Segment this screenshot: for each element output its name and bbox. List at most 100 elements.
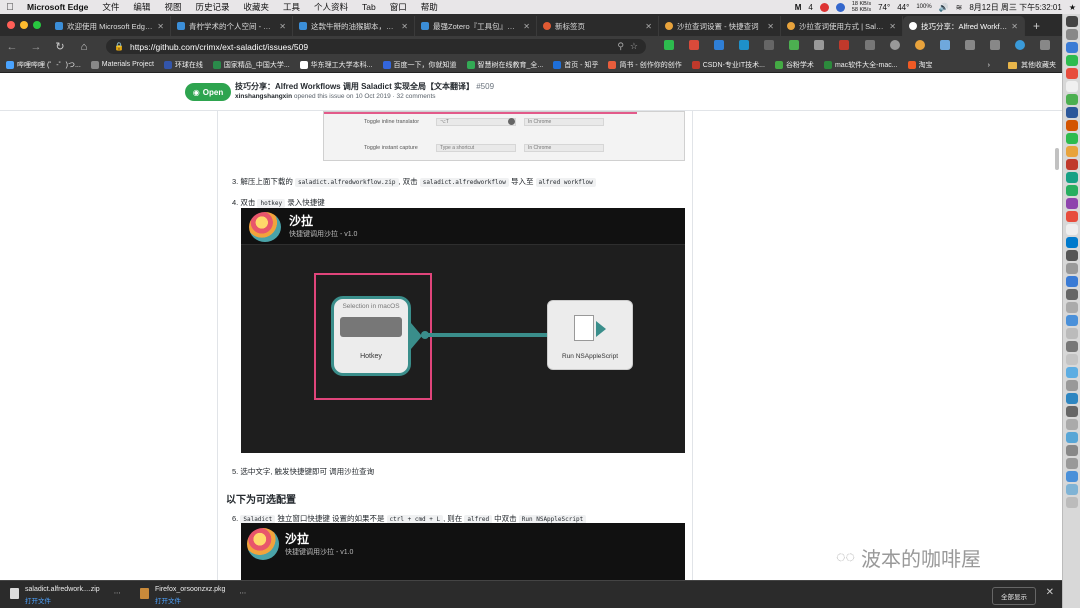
lock-icon[interactable]: 🔒 <box>114 42 124 51</box>
close-tab-icon[interactable]: ✕ <box>889 22 896 31</box>
clock[interactable]: 8月12日 周三 下午5:32:01 <box>969 2 1061 13</box>
download-item[interactable]: Firefox_orsoonzxz.pkg 打开文件 ⋯ <box>140 586 246 605</box>
refresh-button[interactable]: ↻ <box>48 40 72 53</box>
extension-red-icon[interactable] <box>689 40 700 50</box>
url-text[interactable]: https://github.com/crimx/ext-saladict/is… <box>130 42 308 52</box>
menu-app-name[interactable]: Microsoft Edge <box>20 2 95 12</box>
wifi-icon[interactable]: ≋ <box>956 3 963 12</box>
menu-item-window[interactable]: 窗口 <box>383 1 414 13</box>
dock-app-icon[interactable] <box>1065 29 1078 40</box>
dock-app-icon[interactable] <box>1065 250 1078 261</box>
dock-app-icon[interactable] <box>1065 445 1078 456</box>
dock-app-icon[interactable] <box>1065 302 1078 313</box>
download-more-icon[interactable]: ⋯ <box>114 589 121 597</box>
dock-app-icon[interactable] <box>1065 107 1078 118</box>
extension-green-icon[interactable] <box>789 40 800 50</box>
menu-item-favorites[interactable]: 收藏夹 <box>236 1 276 13</box>
bookmark-icourse[interactable]: 国家精品_中国大学... <box>212 60 290 70</box>
cpu-temp[interactable]: 74° <box>878 3 890 12</box>
bookmark-zhihuishu[interactable]: 智慧树在线教育_全... <box>466 60 543 70</box>
dock-app-icon[interactable] <box>1065 341 1078 352</box>
dock-app-icon[interactable] <box>1065 328 1078 339</box>
profile-avatar-icon[interactable] <box>1014 40 1025 50</box>
tray-blue-icon[interactable] <box>835 2 845 12</box>
other-favorites[interactable]: › 其他收藏夹 <box>988 60 1056 70</box>
dock-app-icon[interactable] <box>1065 458 1078 469</box>
tab-zotero[interactable]: 最强Zotero『工具包』已更 ✕ <box>415 16 537 36</box>
dock-app-icon[interactable] <box>1065 120 1078 131</box>
bookmark-gufen[interactable]: 谷粉学术 <box>774 60 814 70</box>
dock-app-icon[interactable] <box>1065 484 1078 495</box>
dock-app-icon[interactable] <box>1065 146 1078 157</box>
extension-vpn-icon[interactable] <box>939 40 950 50</box>
new-tab-button[interactable]: + <box>1025 19 1048 36</box>
star-icon[interactable]: ★ <box>1069 3 1076 12</box>
bookmark-mac-software[interactable]: mac软件大全-mac... <box>823 60 898 70</box>
page-scrollbar[interactable] <box>1055 148 1059 170</box>
dock-app-icon[interactable] <box>1065 42 1078 53</box>
tab-saladict-usage[interactable]: 沙拉查词使用方式 | Saladic ✕ <box>781 16 903 36</box>
dock-app-icon[interactable] <box>1065 432 1078 443</box>
dock-app-icon[interactable] <box>1065 68 1078 79</box>
close-tab-icon[interactable]: ✕ <box>1011 22 1018 31</box>
dock-app-icon[interactable] <box>1065 289 1078 300</box>
dock-app-icon[interactable] <box>1065 172 1078 183</box>
dock-app-icon[interactable] <box>1065 315 1078 326</box>
chevron-right-icon[interactable]: › <box>988 62 990 69</box>
open-file-link[interactable]: 打开文件 <box>155 595 225 605</box>
dock-app-icon[interactable] <box>1065 185 1078 196</box>
dock-app-icon[interactable] <box>1065 211 1078 222</box>
dock-app-icon[interactable] <box>1065 406 1078 417</box>
dock-app-icon[interactable] <box>1065 198 1078 209</box>
extension-dots-icon[interactable] <box>764 40 775 50</box>
menu-item-help[interactable]: 帮助 <box>414 1 445 13</box>
home-button[interactable]: ⌂ <box>72 41 96 53</box>
search-icon[interactable]: ⚲ <box>617 41 624 52</box>
dock-app-icon[interactable] <box>1065 133 1078 144</box>
dock-app-icon[interactable] <box>1065 16 1078 27</box>
zoom-window-button[interactable] <box>33 21 41 29</box>
back-button[interactable]: ← <box>0 41 24 53</box>
dock-app-icon[interactable] <box>1065 276 1078 287</box>
dock-app-icon[interactable] <box>1065 237 1078 248</box>
dock-app-icon[interactable] <box>1065 380 1078 391</box>
apple-logo-icon[interactable]:  <box>0 2 20 13</box>
issue-author-link[interactable]: xinshangshangxin <box>235 93 292 100</box>
favorite-star-icon[interactable]: ☆ <box>630 41 638 52</box>
address-bar[interactable]: 🔒 https://github.com/crimx/ext-saladict/… <box>106 39 646 54</box>
more-menu-icon[interactable] <box>1039 40 1050 50</box>
close-tab-icon[interactable]: ✕ <box>645 22 652 31</box>
tab-bilibili-space[interactable]: 青柠学术的个人空间 - 哔哩 ✕ <box>171 16 293 36</box>
dock-app-icon[interactable] <box>1065 367 1078 378</box>
bookmark-ecust[interactable]: 华东理工大学本科... <box>299 60 373 70</box>
dock-app-icon[interactable] <box>1065 94 1078 105</box>
download-item[interactable]: saladict.alfredwork....zip 打开文件 ⋯ <box>10 586 121 605</box>
bookmark-taobao[interactable]: 淘宝 <box>907 60 933 70</box>
menu-item-profile[interactable]: 个人资料 <box>307 1 355 13</box>
bookmark-jianshu[interactable]: 简书 - 创作你的创作 <box>608 60 682 70</box>
tab-new-tab[interactable]: 新标签页 ✕ <box>537 16 659 36</box>
extension-wechat-icon[interactable] <box>664 40 674 50</box>
dock-app-icon[interactable] <box>1065 419 1078 430</box>
extension-blue-icon[interactable] <box>714 40 725 50</box>
download-more-icon[interactable]: ⋯ <box>239 589 246 597</box>
menu-item-tab[interactable]: Tab <box>355 2 383 12</box>
tab-saladict-settings[interactable]: 沙拉查词设置 - 快捷查词 ✕ <box>659 16 781 36</box>
bookmark-materials-project[interactable]: Materials Project <box>90 60 154 69</box>
dock-app-icon[interactable] <box>1065 354 1078 365</box>
bookmark-zhihu[interactable]: 首页 - 知乎 <box>553 60 598 70</box>
extension-grid-icon[interactable] <box>864 40 875 50</box>
menu-item-history[interactable]: 历史记录 <box>188 1 236 13</box>
gpu-temp[interactable]: 44° <box>897 3 909 12</box>
forward-button[interactable]: → <box>24 41 48 53</box>
close-tab-icon[interactable]: ✕ <box>401 22 408 31</box>
close-tab-icon[interactable]: ✕ <box>523 22 530 31</box>
extension-save-icon[interactable] <box>814 40 825 50</box>
tray-red-icon[interactable] <box>819 2 829 12</box>
network-speed[interactable]: 18 KB/s 58 KB/s <box>852 1 871 13</box>
close-downloads-icon[interactable]: ✕ <box>1046 587 1054 598</box>
menu-item-view[interactable]: 视图 <box>157 1 188 13</box>
collections-icon[interactable] <box>989 40 1000 50</box>
dock-app-icon[interactable] <box>1065 159 1078 170</box>
tab-userscript[interactable]: 这款牛掰的油猴脚本，让照 ✕ <box>293 16 415 36</box>
